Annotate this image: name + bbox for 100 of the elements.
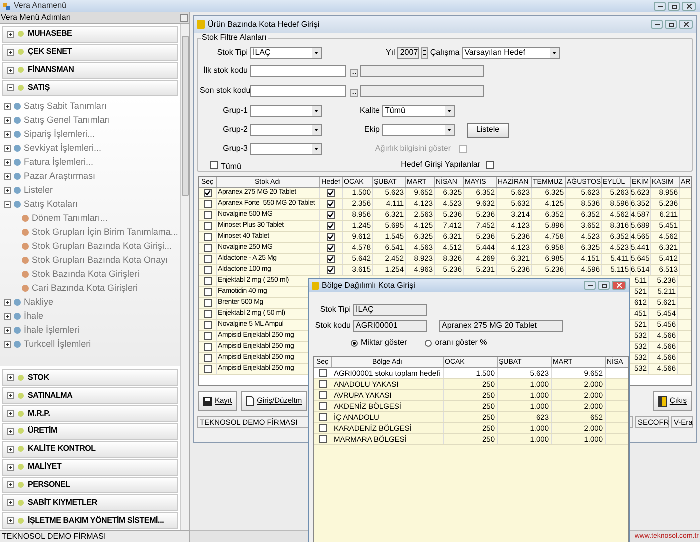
maximize-button[interactable] <box>598 281 610 290</box>
tree-item[interactable]: İhale İşlemleri <box>0 323 180 338</box>
tree-item[interactable]: Satış Kotaları <box>0 197 180 212</box>
expand-icon[interactable] <box>7 48 14 56</box>
checkbox[interactable] <box>204 244 212 252</box>
menu-section-header[interactable]: SABİT KIYMETLER <box>2 494 178 512</box>
tree-item[interactable]: Satış Sabit Tanımları <box>0 99 180 114</box>
collapse-icon[interactable] <box>4 200 11 208</box>
tree-item[interactable]: Stok Grupları Bazında Kota Girişi... <box>0 239 180 254</box>
stock-name-field[interactable] <box>360 84 484 97</box>
radio-button[interactable] <box>351 340 358 346</box>
menu-section-header[interactable]: MUHASEBE <box>2 26 178 43</box>
minimize-button[interactable] <box>651 20 663 29</box>
expand-icon[interactable] <box>4 312 11 320</box>
tree-item[interactable]: Pazar Araştırması <box>0 169 180 184</box>
stock-name-field[interactable]: Apranex 275 MG 20 Tablet <box>439 320 563 332</box>
tree-item[interactable]: Dönem Tanımları... <box>0 211 180 226</box>
maximize-button[interactable] <box>668 2 680 11</box>
checkbox[interactable] <box>204 299 212 307</box>
expand-icon[interactable] <box>7 66 14 74</box>
expand-icon[interactable] <box>4 298 11 306</box>
expand-icon[interactable] <box>4 116 11 124</box>
expand-icon[interactable] <box>4 130 11 138</box>
expand-icon[interactable] <box>4 158 11 166</box>
radio-button[interactable] <box>425 340 432 346</box>
stock-code-field[interactable] <box>250 84 346 97</box>
stock-code-field[interactable]: AGRI00001 <box>353 320 427 332</box>
checkbox[interactable] <box>204 200 212 208</box>
checkbox[interactable] <box>204 189 212 197</box>
stock-code-field[interactable] <box>250 65 346 78</box>
menu-section-header[interactable]: MALİYET <box>2 458 178 476</box>
checkbox[interactable] <box>319 380 327 388</box>
checkbox[interactable] <box>486 161 494 169</box>
checkbox[interactable] <box>327 211 335 219</box>
expand-icon[interactable] <box>7 481 14 488</box>
tree-item[interactable]: Nakliye <box>0 295 180 310</box>
expand-icon[interactable] <box>7 499 14 506</box>
group-dropdown[interactable] <box>250 105 322 118</box>
checkbox[interactable] <box>204 343 212 351</box>
expand-icon[interactable] <box>4 102 11 110</box>
menu-section-header[interactable]: M.R.P. <box>2 405 178 422</box>
checkbox[interactable] <box>327 266 335 274</box>
scrollbar[interactable] <box>180 24 189 530</box>
tree-item[interactable]: Listeler <box>0 183 180 198</box>
checkbox[interactable] <box>327 189 335 197</box>
collapse-icon[interactable] <box>7 84 14 92</box>
quality-dropdown[interactable]: Tümü <box>382 105 455 118</box>
group-dropdown[interactable] <box>250 124 322 136</box>
expand-icon[interactable] <box>7 392 14 400</box>
checkbox[interactable] <box>204 288 212 296</box>
stock-type-dropdown[interactable]: İLAÇ <box>250 46 322 59</box>
checkbox[interactable] <box>204 365 212 373</box>
expand-icon[interactable] <box>4 144 11 152</box>
checkbox[interactable] <box>319 391 327 399</box>
expand-icon[interactable] <box>7 428 14 435</box>
checkbox[interactable] <box>204 233 212 241</box>
tree-item[interactable]: İhale <box>0 309 180 324</box>
checkbox[interactable] <box>204 332 212 340</box>
checkbox[interactable] <box>204 266 212 274</box>
expand-icon[interactable] <box>7 374 14 382</box>
minimize-button[interactable] <box>584 281 596 290</box>
checkbox[interactable] <box>204 211 212 219</box>
menu-section-header[interactable]: STOK <box>2 369 178 386</box>
checkbox[interactable] <box>210 161 218 169</box>
checkbox[interactable] <box>327 233 335 241</box>
menu-section-header[interactable]: KALİTE KONTROL <box>2 440 178 458</box>
checkbox[interactable] <box>319 424 327 432</box>
menu-section-header[interactable]: FİNANSMAN <box>2 62 178 79</box>
checkbox[interactable] <box>327 222 335 230</box>
menu-section-header[interactable]: PERSONEL <box>2 476 178 494</box>
spin-button[interactable] <box>421 46 428 59</box>
checkbox[interactable] <box>319 435 327 443</box>
maximize-button[interactable] <box>665 20 677 29</box>
tree-item[interactable]: Cari Bazında Kota Girişleri <box>0 281 180 296</box>
checkbox[interactable] <box>204 354 212 362</box>
menu-section-header[interactable]: SATIŞ <box>2 80 178 96</box>
scenario-dropdown[interactable]: Varsayılan Hedef <box>462 46 560 59</box>
tree-item[interactable]: Stok Grupları İçin Birim Tanımlama... <box>0 225 180 240</box>
list-button[interactable]: Listele <box>467 122 509 138</box>
expand-icon[interactable] <box>4 186 11 194</box>
expand-icon[interactable] <box>4 340 11 348</box>
tree-item[interactable]: Stok Grupları Bazında Kota Onayı <box>0 253 180 268</box>
expand-icon[interactable] <box>4 326 11 334</box>
checkbox[interactable] <box>204 321 212 329</box>
menu-section-header[interactable]: ÜRETİM <box>2 423 178 440</box>
tree-item[interactable]: Sevkiyat İşlemleri... <box>0 141 180 156</box>
expand-icon[interactable] <box>7 30 14 38</box>
team-dropdown[interactable] <box>382 124 455 136</box>
group-dropdown[interactable] <box>250 143 322 155</box>
minimize-button[interactable] <box>654 2 666 11</box>
tree-item[interactable]: Sipariş İşlemleri... <box>0 127 180 142</box>
tree-item[interactable]: Stok Bazında Kota Girişleri <box>0 267 180 282</box>
expand-icon[interactable] <box>4 172 11 180</box>
menu-section-header[interactable]: ÇEK SENET <box>2 44 178 61</box>
checkbox[interactable] <box>204 277 212 285</box>
menu-section-header[interactable]: İŞLETME BAKIM YÖNETİM SİSTEMİ... <box>2 512 178 530</box>
expand-icon[interactable] <box>7 464 14 471</box>
checkbox[interactable] <box>319 369 327 377</box>
expand-icon[interactable] <box>7 446 14 453</box>
checkbox[interactable] <box>204 310 212 318</box>
